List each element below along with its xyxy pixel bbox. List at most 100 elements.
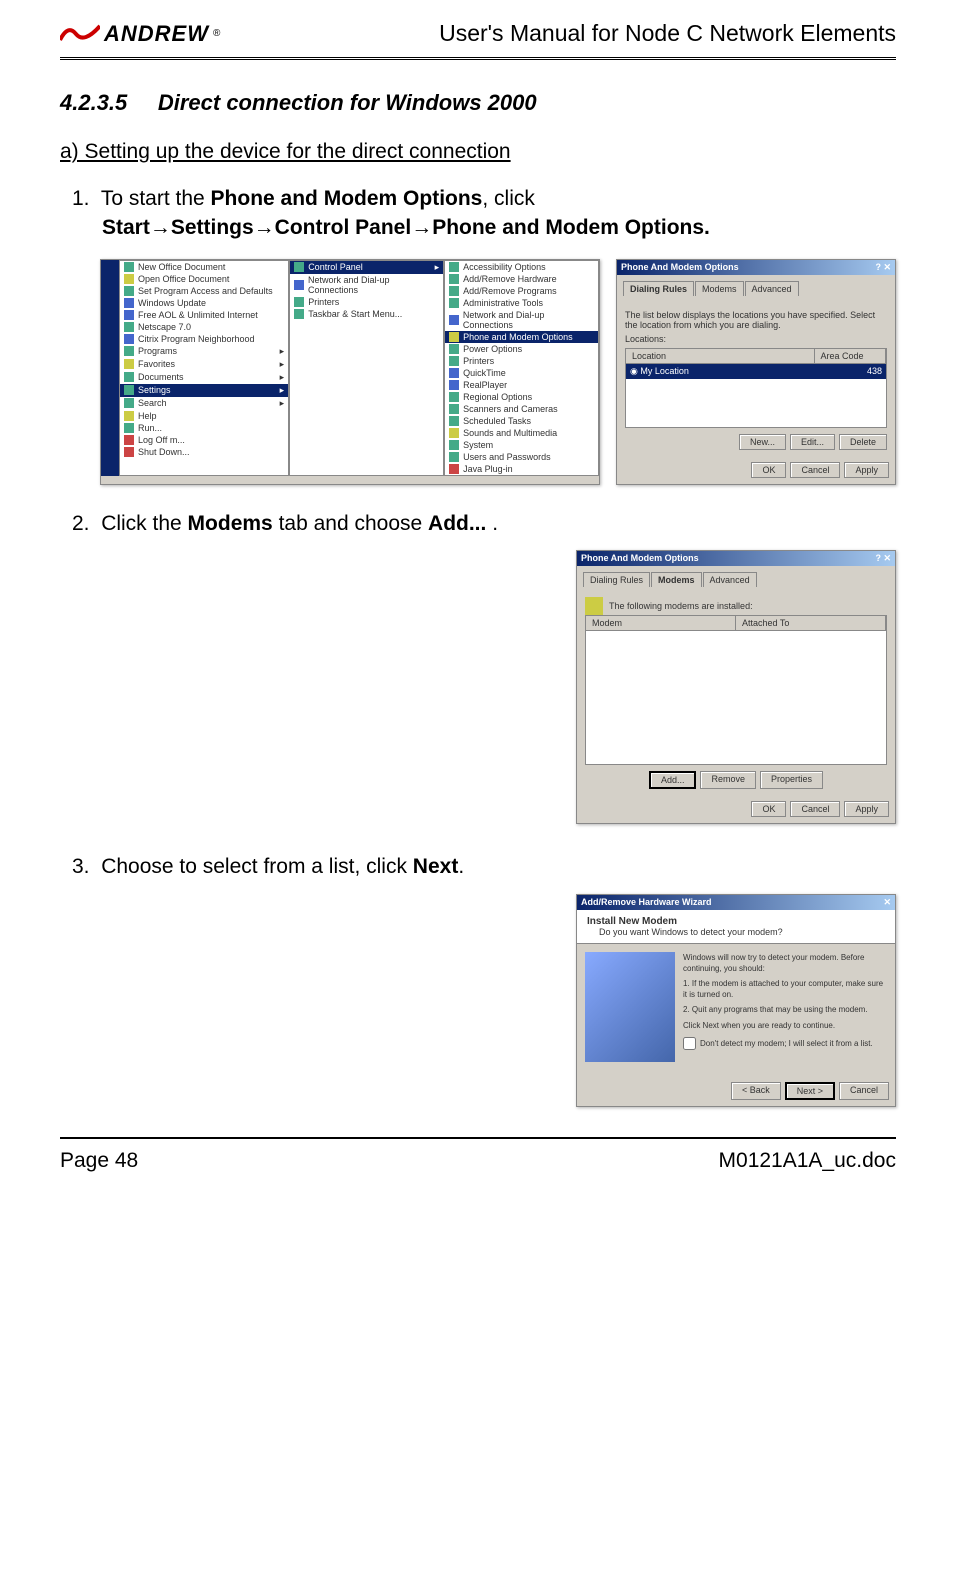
close-icon[interactable]: ✕ [883, 897, 891, 908]
menu-item[interactable]: Scheduled Tasks [445, 415, 598, 427]
delete-button[interactable]: Delete [839, 434, 887, 450]
wizard-subtitle: Install New Modem [587, 916, 677, 927]
menu-item[interactable]: Documents▸ [120, 371, 288, 384]
menu-item[interactable]: Add/Remove Programs [445, 285, 598, 297]
step-1-screenshots: New Office Document Open Office Document… [60, 259, 896, 485]
menu-item[interactable]: QuickTime [445, 367, 598, 379]
menu-item[interactable]: Users and Passwords [445, 451, 598, 463]
menu-item[interactable]: Java Plug-in [445, 463, 598, 475]
section-number: 4.2.3.5 [60, 90, 127, 115]
next-button[interactable]: Next > [785, 1082, 835, 1100]
menu-item[interactable]: Favorites▸ [120, 358, 288, 371]
menu-item[interactable]: Taskbar & Start Menu... [290, 308, 443, 320]
menu-item[interactable]: Free AOL & Unlimited Internet [120, 309, 288, 321]
add-button[interactable]: Add... [649, 771, 697, 789]
dialog-tabs: Dialing Rules Modems Advanced [623, 281, 889, 296]
dont-detect-checkbox[interactable] [683, 1037, 696, 1050]
menu-item[interactable]: Search▸ [120, 397, 288, 410]
menu-item[interactable]: Add/Remove Hardware [445, 273, 598, 285]
menu-item[interactable]: Scanners and Cameras [445, 403, 598, 415]
menu-item[interactable]: Help [120, 410, 288, 422]
close-icon[interactable]: ? ✕ [875, 553, 891, 564]
ok-button[interactable]: OK [751, 801, 786, 817]
menu-item[interactable]: Programs▸ [120, 345, 288, 358]
menu-item[interactable]: Citrix Program Neighborhood [120, 333, 288, 345]
step-2: 2. Click the Modems tab and choose Add..… [60, 509, 896, 538]
tab-modems[interactable]: Modems [695, 281, 744, 296]
menu-item[interactable]: Set Program Access and Defaults [120, 285, 288, 297]
phone-modem-dialog-modems: Phone And Modem Options ? ✕ Dialing Rule… [576, 550, 896, 824]
menu-item-settings[interactable]: Settings▸ [120, 384, 288, 397]
section-heading: 4.2.3.5 Direct connection for Windows 20… [60, 90, 896, 116]
tab-dialing-rules[interactable]: Dialing Rules [623, 281, 694, 296]
logo-registered: ® [213, 28, 220, 39]
tab-modems[interactable]: Modems [651, 572, 702, 587]
wizard-question: Do you want Windows to detect your modem… [599, 927, 783, 937]
page-footer: Page 48 M0121A1A_uc.doc [60, 1137, 896, 1173]
menu-item[interactable]: Shut Down... [120, 446, 288, 458]
location-row[interactable]: ◉ My Location 438 [626, 364, 886, 379]
menu-item[interactable]: Printers [290, 296, 443, 308]
section-title: Direct connection for Windows 2000 [158, 90, 537, 115]
wizard-image [585, 952, 675, 1062]
menu-item[interactable]: Accessibility Options [445, 261, 598, 273]
document-filename: M0121A1A_uc.doc [719, 1149, 896, 1173]
menu-item[interactable]: Administrative Tools [445, 297, 598, 309]
phone-modem-dialog-rules: Phone And Modem Options ? ✕ Dialing Rule… [616, 259, 896, 485]
add-hardware-wizard: Add/Remove Hardware Wizard ✕ Install New… [576, 894, 896, 1107]
document-title: User's Manual for Node C Network Element… [439, 20, 896, 47]
menu-item[interactable]: RealPlayer [445, 379, 598, 391]
locations-list[interactable]: Location Area Code ◉ My Location 438 [625, 348, 887, 428]
step-2-screenshots: Phone And Modem Options ? ✕ Dialing Rule… [60, 550, 896, 824]
menu-item[interactable]: Network and Dial-up Connections [445, 309, 598, 331]
dialog-description: The list below displays the locations yo… [625, 310, 887, 330]
dialog-titlebar: Add/Remove Hardware Wizard ✕ [577, 895, 895, 910]
menu-item[interactable]: Run... [120, 422, 288, 434]
apply-button[interactable]: Apply [844, 801, 889, 817]
menu-item-control-panel[interactable]: Control Panel▸ [290, 261, 443, 274]
menu-item[interactable]: Regional Options [445, 391, 598, 403]
menu-item-phone-modem[interactable]: Phone and Modem Options [445, 331, 598, 343]
menu-item[interactable]: Network and Dial-up Connections [290, 274, 443, 296]
remove-button[interactable]: Remove [700, 771, 756, 789]
menu-item[interactable]: New Office Document [120, 261, 288, 273]
menu-item[interactable]: Sounds and Multimedia [445, 427, 598, 439]
menu-item[interactable]: System [445, 439, 598, 451]
dialog-tabs: Dialing Rules Modems Advanced [583, 572, 889, 587]
page-number: Page 48 [60, 1149, 138, 1173]
menu-item[interactable]: Netscape 7.0 [120, 321, 288, 333]
logo: ANDREW ® [60, 21, 220, 47]
back-button[interactable]: < Back [731, 1082, 781, 1100]
logo-text: ANDREW [104, 21, 209, 47]
cancel-button[interactable]: Cancel [790, 801, 840, 817]
cancel-button[interactable]: Cancel [790, 462, 840, 478]
modem-icon [585, 597, 603, 615]
edit-button[interactable]: Edit... [790, 434, 835, 450]
step-3-screenshots: Add/Remove Hardware Wizard ✕ Install New… [60, 894, 896, 1107]
ok-button[interactable]: OK [751, 462, 786, 478]
dialog-titlebar: Phone And Modem Options ? ✕ [577, 551, 895, 566]
apply-button[interactable]: Apply [844, 462, 889, 478]
page-header: ANDREW ® User's Manual for Node C Networ… [60, 20, 896, 60]
menu-item[interactable]: Printers [445, 355, 598, 367]
dialog-titlebar: Phone And Modem Options ? ✕ [617, 260, 895, 275]
wizard-text: Windows will now try to detect your mode… [683, 952, 887, 1062]
tab-advanced[interactable]: Advanced [703, 572, 757, 587]
subsection-heading: a) Setting up the device for the direct … [60, 140, 896, 164]
menu-item[interactable]: Power Options [445, 343, 598, 355]
logo-wave-icon [60, 22, 100, 46]
close-icon[interactable]: ? ✕ [875, 262, 891, 273]
menu-item[interactable]: Log Off m... [120, 434, 288, 446]
locations-label: Locations: [625, 334, 887, 344]
tab-dialing-rules[interactable]: Dialing Rules [583, 572, 650, 587]
startmenu-sidebar [101, 260, 119, 476]
properties-button[interactable]: Properties [760, 771, 823, 789]
startmenu-col-3: Accessibility Options Add/Remove Hardwar… [444, 260, 599, 476]
menu-item[interactable]: Open Office Document [120, 273, 288, 285]
tab-advanced[interactable]: Advanced [745, 281, 799, 296]
cancel-button[interactable]: Cancel [839, 1082, 889, 1100]
startmenu-screenshot: New Office Document Open Office Document… [100, 259, 600, 485]
menu-item[interactable]: Windows Update [120, 297, 288, 309]
modems-list[interactable]: Modem Attached To [585, 615, 887, 765]
new-button[interactable]: New... [739, 434, 786, 450]
